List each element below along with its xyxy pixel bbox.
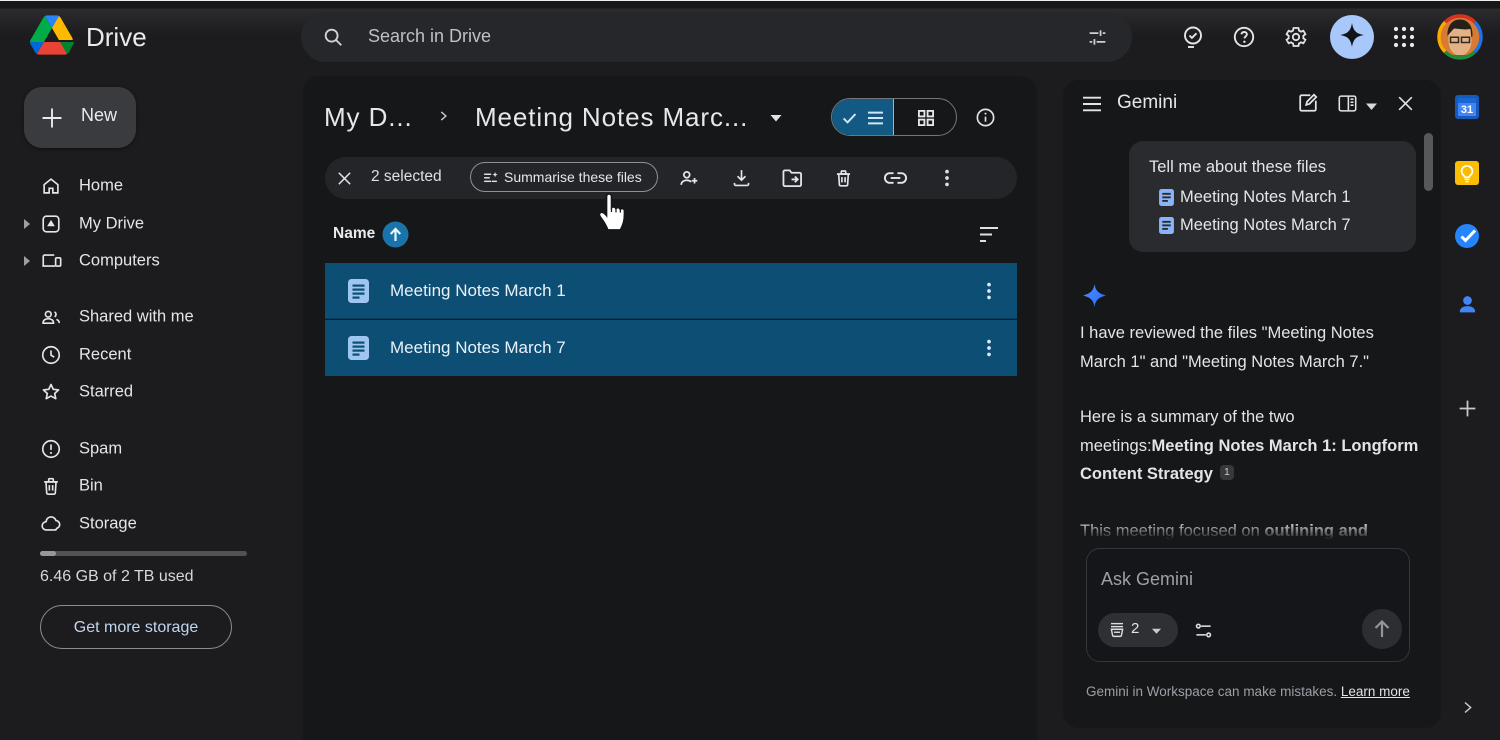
svg-text:31: 31	[1461, 104, 1473, 116]
